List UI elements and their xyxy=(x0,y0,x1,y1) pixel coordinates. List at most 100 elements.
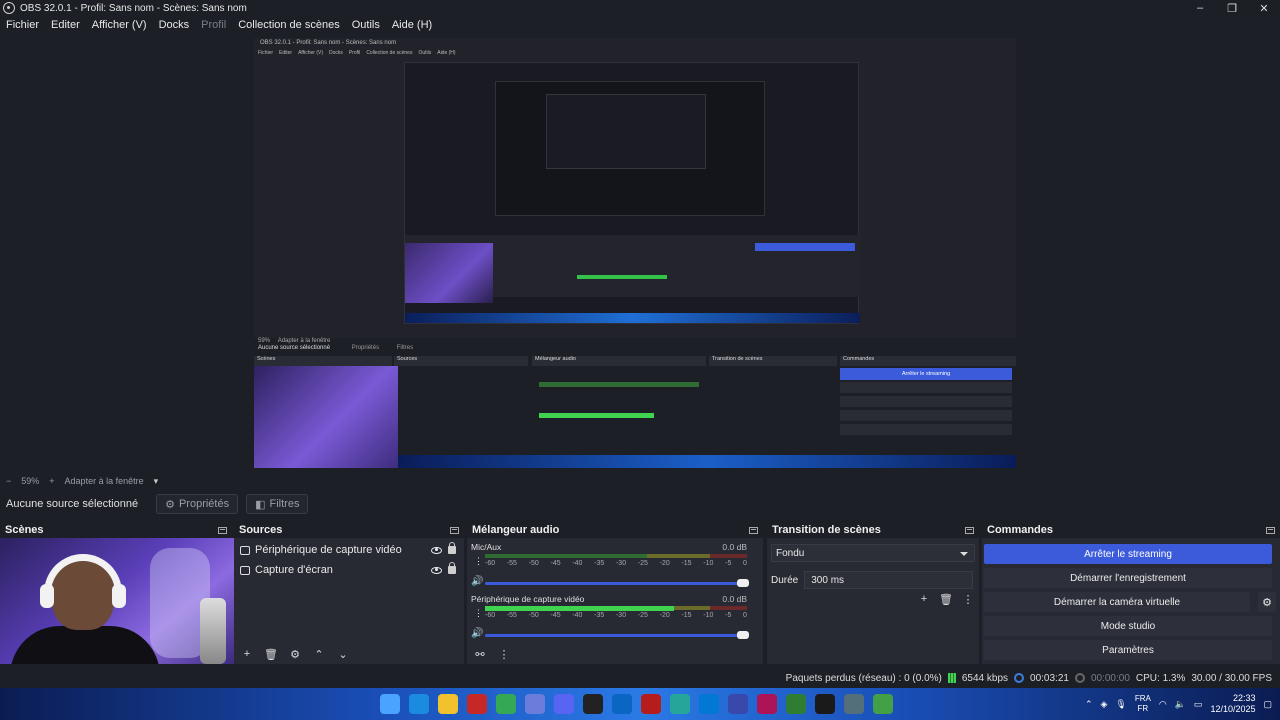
add-transition-button[interactable]: + xyxy=(917,592,931,606)
menu-docks[interactable]: Docks xyxy=(159,19,190,31)
lock-icon[interactable] xyxy=(448,542,456,554)
close-button[interactable]: ✕ xyxy=(1248,0,1280,16)
start-recording-button[interactable]: Démarrer l'enregistrement xyxy=(984,568,1272,588)
zoom-fit-select[interactable]: Adapter à la fenêtre xyxy=(65,476,144,486)
volume-slider-handle[interactable] xyxy=(737,579,749,587)
menu-outils[interactable]: Outils xyxy=(352,19,380,31)
chevron-down-icon[interactable]: ▾ xyxy=(154,476,159,487)
speaker-icon[interactable]: 🔊 xyxy=(471,576,483,587)
menu-aide[interactable]: Aide (H) xyxy=(392,19,432,31)
eye-icon[interactable] xyxy=(431,546,442,554)
discord-icon[interactable] xyxy=(554,694,574,714)
preview-area[interactable]: OBS 32.0.1 - Profil: Sans nom - Scènes: … xyxy=(0,34,1280,474)
wifi-icon[interactable]: ◠ xyxy=(1159,699,1167,710)
properties-label: Propriétés xyxy=(178,498,230,510)
menu-afficher[interactable]: Afficher (V) xyxy=(92,19,147,31)
source-item[interactable]: Capture d'écran xyxy=(234,560,460,580)
dock-undock-icon[interactable] xyxy=(1266,526,1275,534)
obs-icon[interactable] xyxy=(815,694,835,714)
volume-slider[interactable] xyxy=(485,579,749,587)
network-icon[interactable]: ◈ xyxy=(1100,699,1107,710)
app-icon[interactable] xyxy=(467,694,487,714)
lang-bottom: FR xyxy=(1137,704,1149,713)
app-icon[interactable] xyxy=(786,694,806,714)
eye-icon[interactable] xyxy=(431,566,442,574)
more-options-icon[interactable]: ⋮ xyxy=(961,592,975,606)
gear-icon[interactable]: ⚙ xyxy=(1258,592,1276,612)
studio-mode-button[interactable]: Mode studio xyxy=(984,616,1272,636)
nested-no-source: Aucune source sélectionné xyxy=(258,345,331,351)
trash-icon[interactable]: 🗑 xyxy=(939,592,953,606)
more-options-icon[interactable]: ⋮ xyxy=(497,647,511,661)
menu-collection-scenes[interactable]: Collection de scènes xyxy=(238,19,340,31)
dock-undock-icon[interactable] xyxy=(218,526,227,534)
app-icon[interactable] xyxy=(757,694,777,714)
volume-slider-handle[interactable] xyxy=(737,631,749,639)
context-bar: Aucune source sélectionné ⚙ Propriétés ◧… xyxy=(0,492,1280,516)
sources-title: Sources xyxy=(239,524,283,536)
terminal-icon[interactable] xyxy=(583,694,603,714)
filezilla-icon[interactable] xyxy=(641,694,661,714)
nested-menu-item: Fichier xyxy=(258,49,274,56)
nested-stream-button xyxy=(755,243,855,251)
maximize-button[interactable]: ❐ xyxy=(1216,0,1248,16)
filters-button[interactable]: ◧ Filtres xyxy=(246,494,309,514)
properties-button[interactable]: ⚙ Propriétés xyxy=(156,494,239,514)
tick-label: -15 xyxy=(681,612,692,619)
stop-streaming-button[interactable]: Arrêter le streaming xyxy=(984,544,1272,564)
sources-toolbar: + 🗑 ⚙ ⌃ ⌄ xyxy=(234,644,464,664)
tick-label: -10 xyxy=(703,560,714,567)
notification-icon[interactable]: ▢ xyxy=(1263,699,1272,710)
clock[interactable]: 22:33 12/10/2025 xyxy=(1210,693,1255,715)
settings-icon[interactable] xyxy=(844,694,864,714)
clock-time: 22:33 xyxy=(1232,693,1256,703)
channel-menu-icon[interactable]: ⋮ xyxy=(474,556,483,567)
volume-slider[interactable] xyxy=(485,631,749,639)
speaker-icon[interactable]: 🔊 xyxy=(471,628,483,639)
nested-cmd-button xyxy=(840,424,1012,435)
window-title: OBS 32.0.1 - Profil: Sans nom - Scènes: … xyxy=(20,2,247,14)
gear-icon[interactable]: ⚙ xyxy=(288,647,302,661)
app-icon[interactable] xyxy=(873,694,893,714)
mixer-toolbar: ⚯ ⋮ xyxy=(467,644,763,664)
trash-icon[interactable]: 🗑 xyxy=(264,647,278,661)
dock-undock-icon[interactable] xyxy=(965,526,974,534)
mic-icon[interactable]: 🎙 xyxy=(1115,699,1126,710)
nested-props: Propriétés xyxy=(351,345,380,351)
app-icon[interactable] xyxy=(728,694,748,714)
app-icon[interactable] xyxy=(525,694,545,714)
nested-menu-bar: Fichier Editer Afficher (V) Docks Profil… xyxy=(254,48,1016,57)
add-source-button[interactable]: + xyxy=(240,647,254,661)
minimize-button[interactable]: – xyxy=(1184,0,1216,16)
menu-editer[interactable]: Editer xyxy=(51,19,80,31)
channel-menu-icon[interactable]: ⋮ xyxy=(474,608,483,619)
menu-fichier[interactable]: Fichier xyxy=(6,19,39,31)
nested-context: Aucune source sélectionné Propriétés Fil… xyxy=(258,345,413,351)
edge-icon[interactable] xyxy=(409,694,429,714)
nested-obs-preview xyxy=(404,62,860,324)
preview-canvas[interactable]: OBS 32.0.1 - Profil: Sans nom - Scènes: … xyxy=(254,38,1016,468)
dock-undock-icon[interactable] xyxy=(749,526,758,534)
move-up-icon[interactable]: ⌃ xyxy=(312,647,326,661)
start-virtual-camera-button[interactable]: Démarrer la caméra virtuelle xyxy=(984,592,1250,612)
chrome-icon[interactable] xyxy=(496,694,516,714)
move-down-icon[interactable]: ⌄ xyxy=(336,647,350,661)
zoom-out-button[interactable]: − xyxy=(6,476,11,486)
store-icon[interactable] xyxy=(699,694,719,714)
volume-icon[interactable]: 🔈 xyxy=(1175,699,1186,710)
app-icon[interactable] xyxy=(612,694,632,714)
chevron-up-icon[interactable]: ⌃ xyxy=(1085,699,1093,710)
link-icon[interactable]: ⚯ xyxy=(473,647,487,661)
lock-icon[interactable] xyxy=(448,562,456,574)
dock-undock-icon[interactable] xyxy=(450,526,459,534)
battery-icon[interactable]: ▭ xyxy=(1194,699,1203,710)
windows-start-icon[interactable] xyxy=(380,694,400,714)
transition-select[interactable]: Fondu xyxy=(771,544,975,562)
app-icon[interactable] xyxy=(670,694,690,714)
language-indicator[interactable]: FRA FR xyxy=(1135,694,1151,714)
folder-icon[interactable] xyxy=(438,694,458,714)
settings-button[interactable]: Paramètres xyxy=(984,640,1272,660)
duration-input[interactable]: 300 ms xyxy=(804,571,973,589)
zoom-in-button[interactable]: + xyxy=(49,476,54,486)
source-item[interactable]: Périphérique de capture vidéo xyxy=(234,540,460,560)
